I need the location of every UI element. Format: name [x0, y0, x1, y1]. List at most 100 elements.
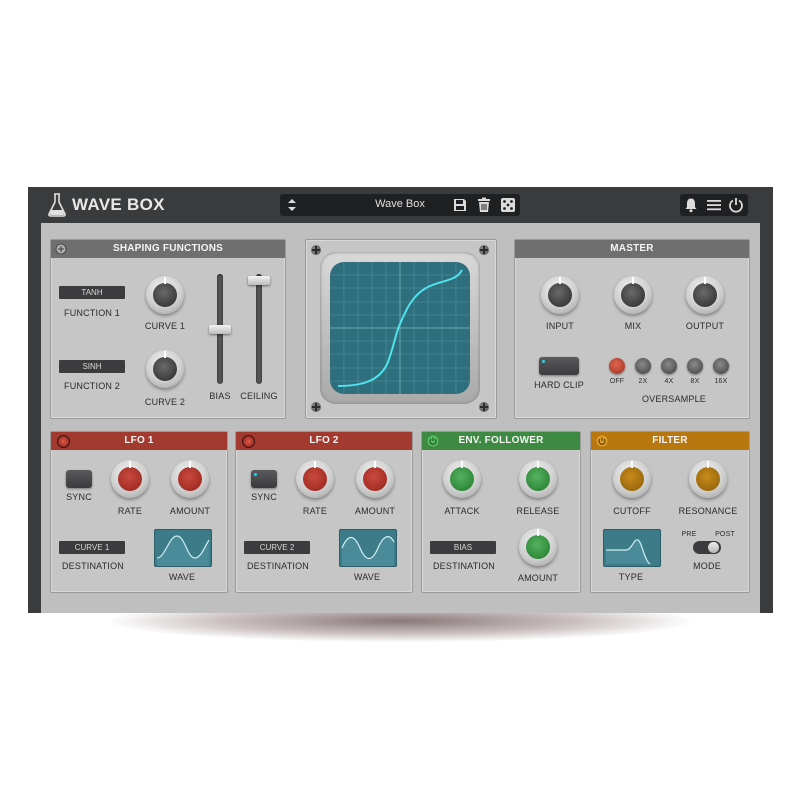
power-icon[interactable] — [596, 435, 608, 447]
mix-label: MIX — [624, 321, 642, 331]
cutoff-knob[interactable] — [613, 460, 651, 498]
oversample-option-label: OFF — [609, 378, 625, 385]
ceiling-label: CEILING — [240, 391, 278, 401]
env-follower-panel: ENV. FOLLOWER ATTACK RELEASE BIAS DESTIN… — [421, 431, 581, 593]
lfo2-power-button[interactable] — [242, 435, 255, 448]
lfo2-sync-button[interactable] — [251, 470, 277, 488]
oversample-option-label: 16X — [714, 378, 728, 385]
curve1-knob[interactable] — [146, 276, 184, 314]
filter-panel: FILTER CUTOFF RESONANCE TYPE PRE POST MO… — [590, 431, 750, 593]
screw-icon — [311, 402, 321, 412]
top-bar: WAVE BOX Wave Box — [28, 187, 773, 223]
transfer-curve-display — [330, 262, 470, 394]
oversample-2x-button[interactable] — [635, 358, 651, 374]
panel-header: FILTER — [591, 432, 749, 450]
oversample-8x-button[interactable] — [687, 358, 703, 374]
screw-icon — [479, 245, 489, 255]
right-toolbar — [680, 194, 748, 216]
lfo1-power-button[interactable] — [57, 435, 70, 448]
lfo1-wave-display[interactable] — [154, 529, 212, 567]
master-panel: MASTER INPUT MIX OUTPUT HARD CLIP OFF 2X… — [514, 239, 750, 419]
hard-clip-button[interactable] — [539, 357, 579, 375]
oversample-16x-button[interactable] — [713, 358, 729, 374]
destination-label: DESTINATION — [246, 561, 310, 571]
release-label: RELEASE — [516, 506, 560, 516]
ceiling-slider-track[interactable] — [256, 274, 262, 384]
lfo2-amount-knob[interactable] — [356, 460, 394, 498]
screw-icon — [311, 245, 321, 255]
oversample-option-label: 2X — [638, 378, 648, 385]
power-icon[interactable] — [728, 197, 744, 213]
amount-label: AMOUNT — [169, 506, 211, 516]
plugin-window: WAVE BOX Wave Box SHAPING FUNCTIONS TANH… — [28, 187, 773, 613]
oversample-label: OVERSAMPLE — [641, 394, 707, 404]
function1-selector[interactable]: TANH — [59, 286, 125, 299]
cutoff-label: CUTOFF — [613, 506, 651, 516]
hard-clip-label: HARD CLIP — [534, 380, 584, 390]
env-amount-knob[interactable] — [519, 528, 557, 566]
ceiling-slider-thumb[interactable] — [248, 276, 270, 285]
up-down-arrows-icon[interactable] — [284, 197, 300, 213]
wave-label: WAVE — [168, 572, 196, 582]
shaping-functions-panel: SHAPING FUNCTIONS TANH FUNCTION 1 SINH F… — [50, 239, 286, 419]
panel-header: LFO 2 — [236, 432, 412, 450]
type-label: TYPE — [618, 572, 644, 582]
lfo1-rate-knob[interactable] — [111, 460, 149, 498]
lfo1-destination-selector[interactable]: CURVE 1 — [59, 541, 125, 554]
scope-panel — [305, 239, 497, 419]
lfo2-wave-display[interactable] — [339, 529, 397, 567]
menu-icon[interactable] — [706, 197, 722, 213]
panel-header: MASTER — [515, 240, 749, 258]
brand-name: WAVE BOX — [72, 195, 165, 214]
sync-label: SYNC — [66, 492, 92, 502]
curve2-knob[interactable] — [146, 350, 184, 388]
panel-header: LFO 1 — [51, 432, 227, 450]
output-label: OUTPUT — [685, 321, 725, 331]
sine-wave-icon — [341, 536, 395, 566]
flask-icon — [48, 193, 66, 217]
power-icon[interactable] — [427, 435, 439, 447]
input-label: INPUT — [546, 321, 574, 331]
lfo2-destination-selector[interactable]: CURVE 2 — [244, 541, 310, 554]
rate-label: RATE — [117, 506, 143, 516]
filter-type-display[interactable] — [603, 529, 661, 567]
dice-icon[interactable] — [500, 197, 516, 213]
attack-label: ATTACK — [444, 506, 480, 516]
lfo1-amount-knob[interactable] — [171, 460, 209, 498]
lfo2-panel: LFO 2 SYNC RATE AMOUNT CURVE 2 DESTINATI… — [235, 431, 413, 593]
trash-icon[interactable] — [476, 197, 492, 213]
oversample-off-button[interactable] — [609, 358, 625, 374]
lowpass-curve-icon — [606, 539, 651, 565]
wave-label: WAVE — [353, 572, 381, 582]
lfo1-sync-button[interactable] — [66, 470, 92, 488]
oversample-4x-button[interactable] — [661, 358, 677, 374]
bell-icon[interactable] — [683, 197, 699, 213]
resonance-knob[interactable] — [689, 460, 727, 498]
bias-slider-thumb[interactable] — [209, 325, 231, 334]
attack-knob[interactable] — [443, 460, 481, 498]
input-knob[interactable] — [541, 276, 579, 314]
amount-label: AMOUNT — [517, 573, 559, 583]
brand: WAVE BOX — [48, 193, 165, 217]
function1-label: FUNCTION 1 — [64, 308, 120, 318]
plus-circle-icon[interactable] — [55, 243, 67, 255]
panel-header: SHAPING FUNCTIONS — [51, 240, 285, 258]
release-knob[interactable] — [519, 460, 557, 498]
mode-toggle[interactable] — [693, 541, 721, 554]
resonance-label: RESONANCE — [678, 506, 738, 516]
function2-selector[interactable]: SINH — [59, 360, 125, 373]
oversample-option-label: 4X — [664, 378, 674, 385]
save-icon[interactable] — [452, 197, 468, 213]
oversample-option-label: 8X — [690, 378, 700, 385]
lfo2-rate-knob[interactable] — [296, 460, 334, 498]
curve1-label: CURVE 1 — [144, 321, 186, 331]
mix-knob[interactable] — [614, 276, 652, 314]
destination-label: DESTINATION — [432, 561, 496, 571]
preset-bar: Wave Box — [280, 194, 520, 216]
function2-label: FUNCTION 2 — [64, 381, 120, 391]
preset-name[interactable]: Wave Box — [350, 198, 450, 210]
lfo1-panel: LFO 1 SYNC RATE AMOUNT CURVE 1 DESTINATI… — [50, 431, 228, 593]
env-destination-selector[interactable]: BIAS — [430, 541, 496, 554]
destination-label: DESTINATION — [61, 561, 125, 571]
output-knob[interactable] — [686, 276, 724, 314]
